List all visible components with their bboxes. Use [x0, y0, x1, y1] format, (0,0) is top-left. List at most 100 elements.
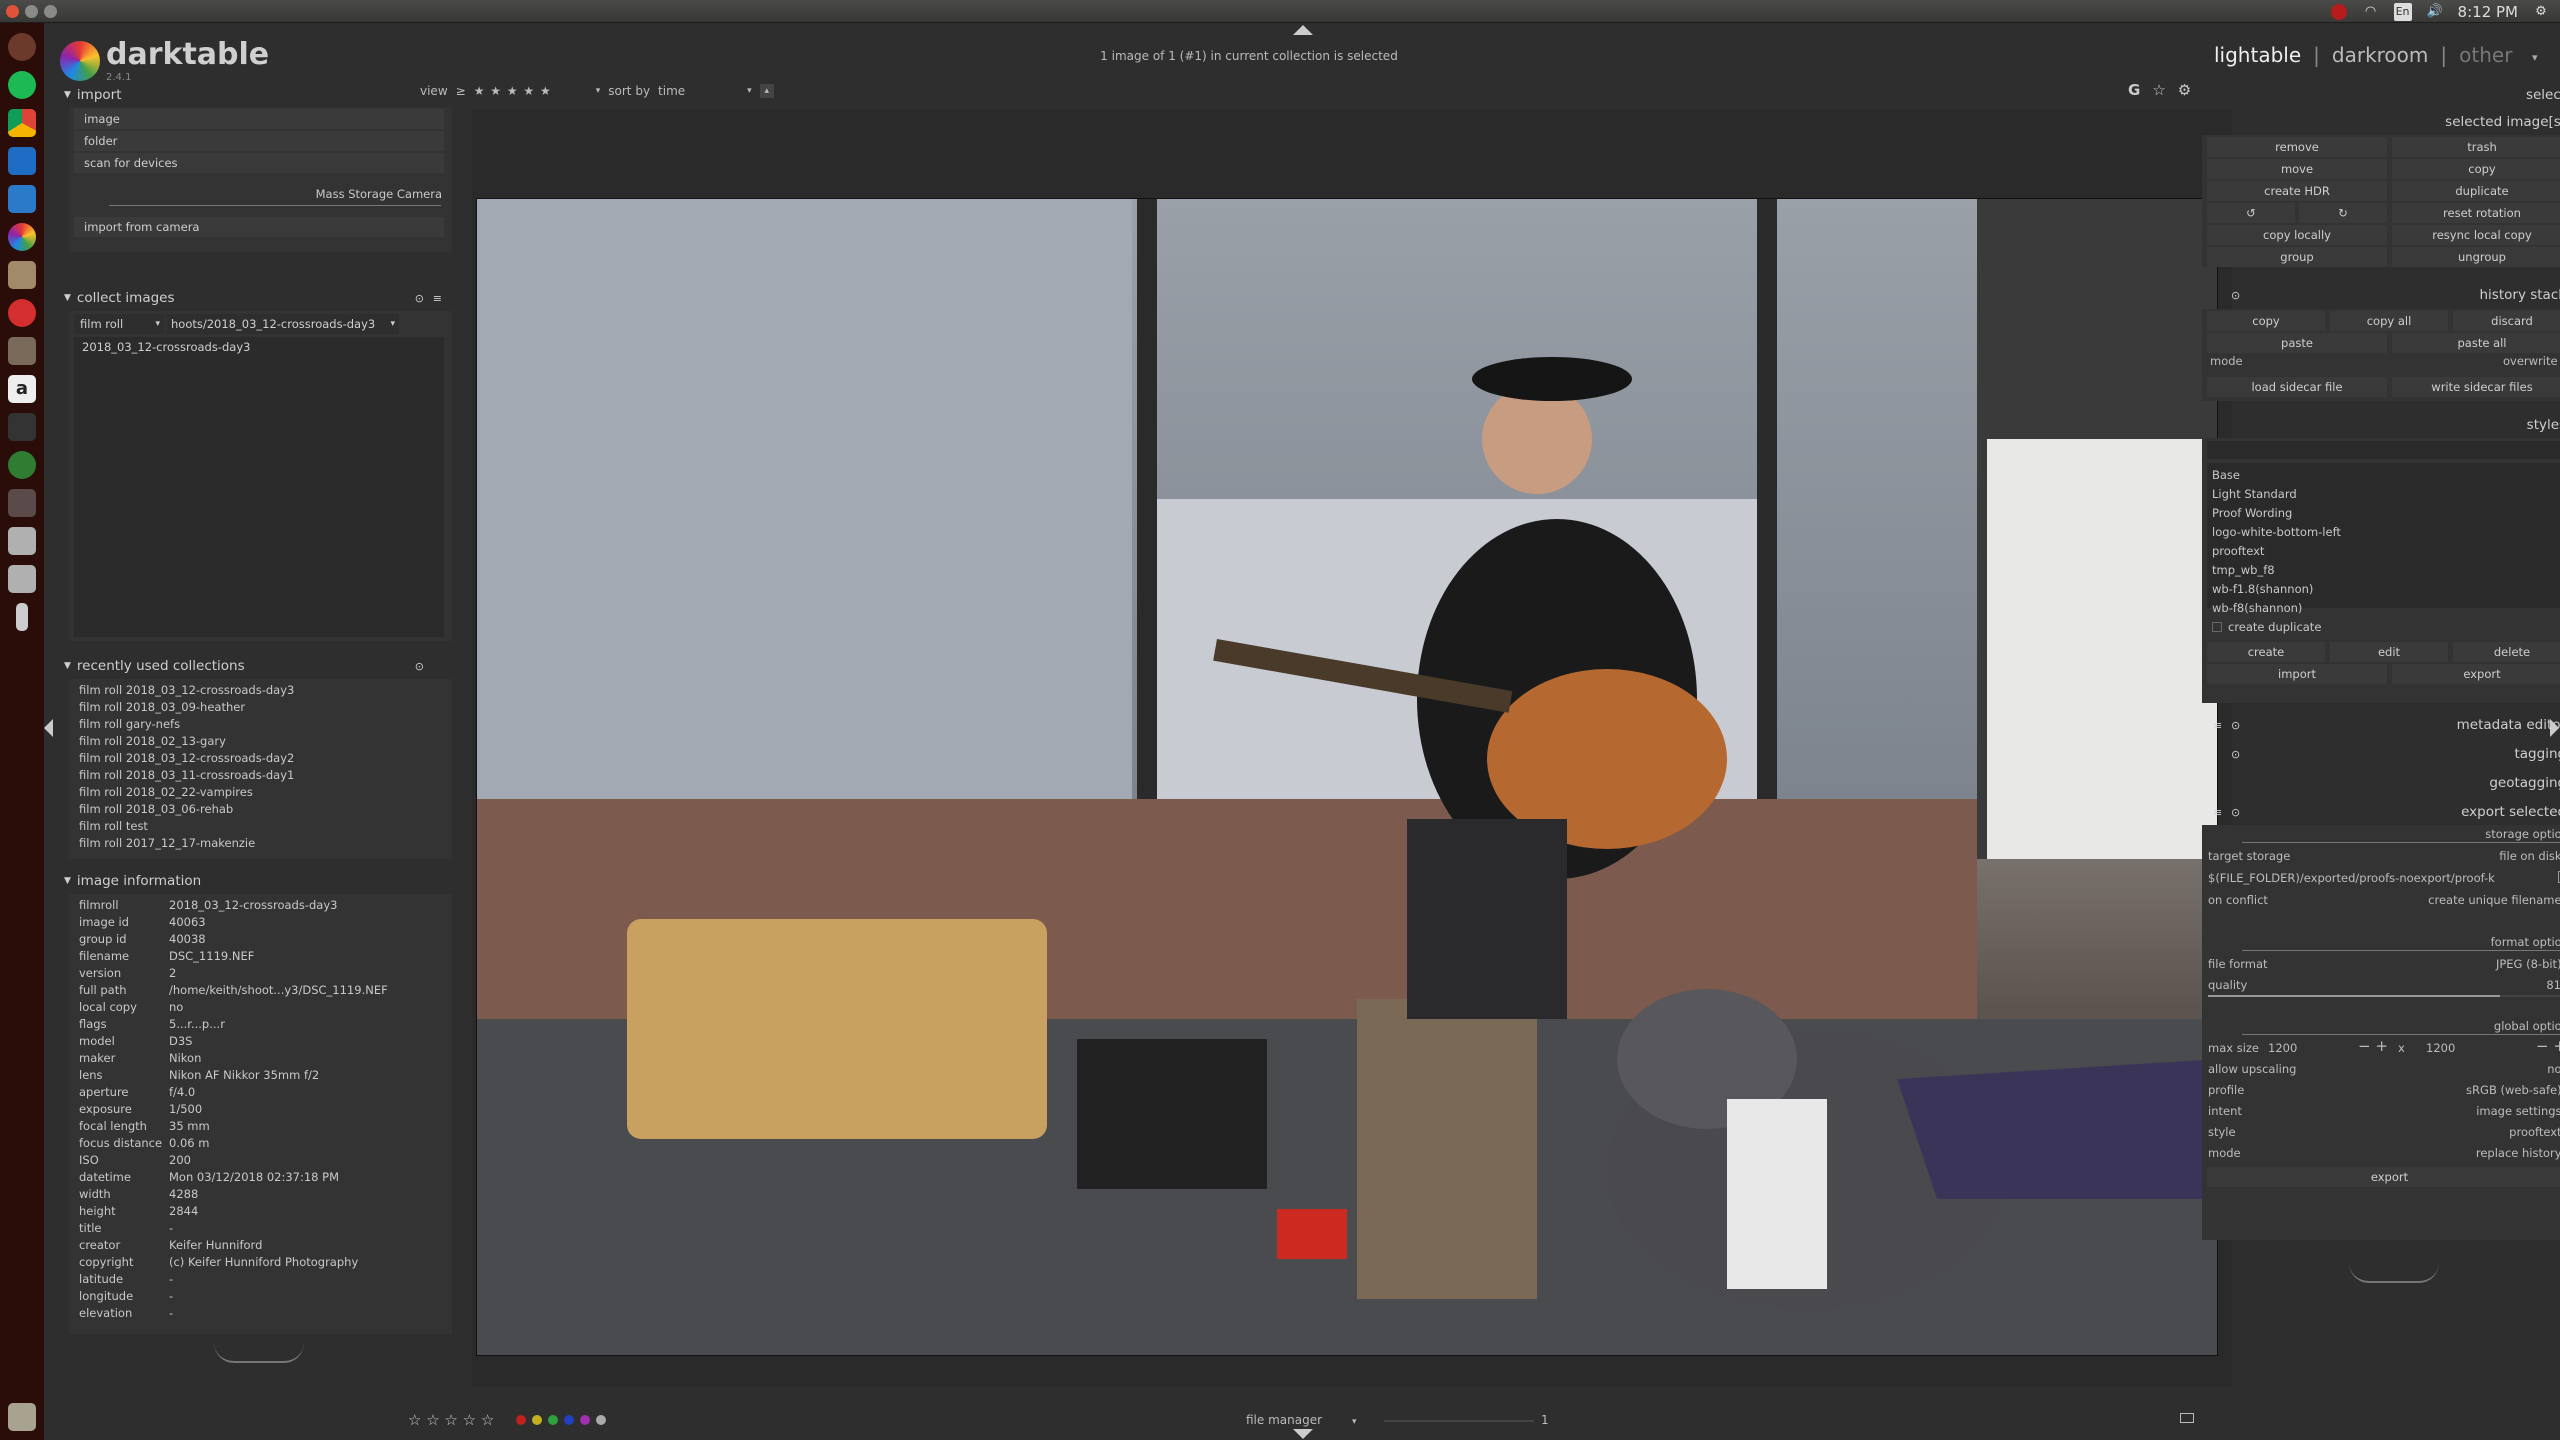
virtualbox-icon[interactable]	[8, 147, 36, 175]
rating-dropdown-icon[interactable]: ▾	[596, 86, 601, 96]
recent-item[interactable]: film roll gary-nefs	[79, 717, 180, 731]
collapse-left-panel-arrow[interactable]	[44, 719, 53, 737]
style-dropdown[interactable]: prooftext ▾	[2509, 1125, 2560, 1139]
duplicate-button[interactable]: duplicate	[2392, 181, 2560, 201]
gimp-icon[interactable]	[8, 337, 36, 365]
quality-slider[interactable]	[2208, 995, 2560, 997]
history-copy-all-button[interactable]: copy all	[2330, 311, 2448, 331]
reset-icon[interactable]: ⊙	[2231, 748, 2240, 761]
amazon-icon[interactable]: a	[8, 375, 36, 403]
chrome-icon[interactable]	[8, 109, 36, 137]
max-width-input[interactable]: 1200	[2268, 1041, 2297, 1055]
metadata-editor-header[interactable]: ≡ ⊙ metadata editor◀	[2199, 713, 2560, 737]
zoom-slider[interactable]	[1384, 1420, 1534, 1422]
globe-icon[interactable]	[8, 451, 36, 479]
view-dropdown-icon[interactable]: ▾	[2532, 51, 2538, 64]
export-selected-header[interactable]: ≡ ⊙ export selected▼	[2199, 800, 2560, 824]
color-label-purple[interactable]	[580, 1415, 590, 1425]
view-darkroom[interactable]: darkroom	[2332, 43, 2429, 67]
recent-item[interactable]: film roll 2018_03_12-crossroads-day3	[79, 683, 294, 697]
target-storage-dropdown[interactable]: file on disk ▾	[2499, 849, 2560, 863]
darktable-icon[interactable]	[8, 223, 36, 251]
recent-item[interactable]: film roll 2018_03_12-crossroads-day2	[79, 751, 294, 765]
drive-icon[interactable]	[8, 527, 36, 555]
reset-rotation-button[interactable]: reset rotation	[2392, 203, 2560, 223]
usb-icon[interactable]	[16, 603, 28, 631]
rating-comparator[interactable]: ≥	[456, 84, 466, 98]
style-export-button[interactable]: export	[2392, 664, 2560, 684]
recent-item[interactable]: film roll test	[79, 819, 148, 833]
wifi-icon[interactable]: ◠	[2362, 3, 2380, 21]
sort-dropdown-icon[interactable]: ▾	[747, 86, 752, 96]
color-label-yellow[interactable]	[532, 1415, 542, 1425]
group-button[interactable]: group	[2207, 247, 2387, 267]
style-item[interactable]: Proof Wording	[2212, 506, 2292, 520]
reset-icon[interactable]: ⊙	[415, 292, 424, 305]
zoom-count[interactable]: 1	[1541, 1413, 1549, 1427]
app-icon[interactable]	[8, 489, 36, 517]
recent-item[interactable]: film roll 2018_03_06-rehab	[79, 802, 233, 816]
history-paste-all-button[interactable]: paste all	[2392, 333, 2560, 353]
recent-item[interactable]: film roll 2018_02_22-vampires	[79, 785, 253, 799]
profile-dropdown[interactable]: sRGB (web-safe) ▾	[2466, 1083, 2560, 1097]
collapse-top-arrow[interactable]	[1293, 25, 1313, 35]
style-item[interactable]: logo-white-bottom-left	[2212, 525, 2341, 539]
recent-item[interactable]: film roll 2018_03_09-heather	[79, 700, 245, 714]
preferences-gear-icon[interactable]: ⚙	[2178, 81, 2191, 99]
sort-value[interactable]: time	[658, 84, 685, 98]
window-maximize-button[interactable]	[44, 5, 57, 18]
thunderbird-icon[interactable]	[8, 185, 36, 213]
history-mode-dropdown[interactable]: overwrite ▾	[2503, 354, 2560, 368]
view-lighttable[interactable]: lightable	[2214, 43, 2301, 67]
view-other[interactable]: other	[2459, 43, 2512, 67]
import-image-button[interactable]: image	[74, 109, 444, 129]
presets-icon[interactable]: ≡	[433, 292, 442, 305]
dash-home-icon[interactable]	[8, 33, 36, 61]
record-indicator-icon[interactable]	[2330, 3, 2348, 21]
load-sidecar-button[interactable]: load sidecar file	[2207, 377, 2387, 397]
style-item[interactable]: Light Standard	[2212, 487, 2297, 501]
presets-icon[interactable]: ≡	[2213, 806, 2222, 819]
reset-icon[interactable]: ⊙	[2231, 719, 2240, 732]
scan-devices-button[interactable]: scan for devices	[74, 153, 444, 173]
color-label-red[interactable]	[516, 1415, 526, 1425]
grouping-button[interactable]: G	[2128, 81, 2140, 99]
style-create-button[interactable]: create	[2207, 642, 2325, 662]
selected-images-header[interactable]: selected image[s]▼	[2445, 110, 2560, 134]
style-item[interactable]: tmp_wb_f8	[2212, 563, 2275, 577]
spotify-icon[interactable]	[8, 71, 36, 99]
sort-order-button[interactable]: ▴	[759, 84, 774, 98]
collapse-bottom-arrow[interactable]	[1293, 1429, 1313, 1439]
style-item[interactable]: wb-f8(shannon)	[2212, 601, 2302, 615]
collect-rule-dropdown[interactable]: film roll ▾	[74, 314, 164, 334]
reset-icon[interactable]: ⊙	[2231, 289, 2240, 302]
recent-item[interactable]: film roll 2018_03_11-crossroads-day1	[79, 768, 294, 782]
tagging-header[interactable]: ⊙ tagging◀	[2199, 742, 2560, 766]
remove-button[interactable]: remove	[2207, 137, 2387, 157]
rotate-ccw-button[interactable]: ↺	[2207, 203, 2295, 223]
window-minimize-button[interactable]	[25, 5, 38, 18]
rating-filter-stars[interactable]: ★ ★ ★ ★ ★	[474, 84, 552, 98]
media-player-icon[interactable]	[8, 299, 36, 327]
settings-gear-icon[interactable]: ⚙	[2532, 3, 2550, 21]
import-module-header[interactable]: ▼ import	[64, 83, 452, 107]
copy-button[interactable]: copy	[2392, 159, 2560, 179]
history-discard-button[interactable]: discard	[2453, 311, 2560, 331]
create-duplicate-checkbox[interactable]	[2212, 622, 2222, 632]
styles-header[interactable]: styles▼	[2527, 413, 2560, 437]
import-folder-button[interactable]: folder	[74, 131, 444, 151]
recent-collections-header[interactable]: ▼ recently used collections ⊙	[64, 654, 452, 678]
history-stack-header[interactable]: ⊙ history stack▼	[2199, 283, 2560, 307]
ungroup-button[interactable]: ungroup	[2392, 247, 2560, 267]
on-conflict-dropdown[interactable]: create unique filename ▾	[2428, 893, 2560, 907]
intent-dropdown[interactable]: image settings ▾	[2476, 1104, 2560, 1118]
color-label-blue[interactable]	[564, 1415, 574, 1425]
import-from-camera-button[interactable]: import from camera	[74, 217, 444, 237]
history-copy-button[interactable]: copy	[2207, 311, 2325, 331]
image-information-header[interactable]: ▼ image information	[64, 869, 452, 893]
presets-icon[interactable]: ≡	[2213, 719, 2222, 732]
export-button[interactable]: export	[2207, 1167, 2560, 1187]
collect-images-header[interactable]: ▼ collect images ⊙ ≡	[64, 286, 452, 310]
style-item[interactable]: Base	[2212, 468, 2240, 482]
upscaling-dropdown[interactable]: no ▾	[2547, 1062, 2560, 1076]
